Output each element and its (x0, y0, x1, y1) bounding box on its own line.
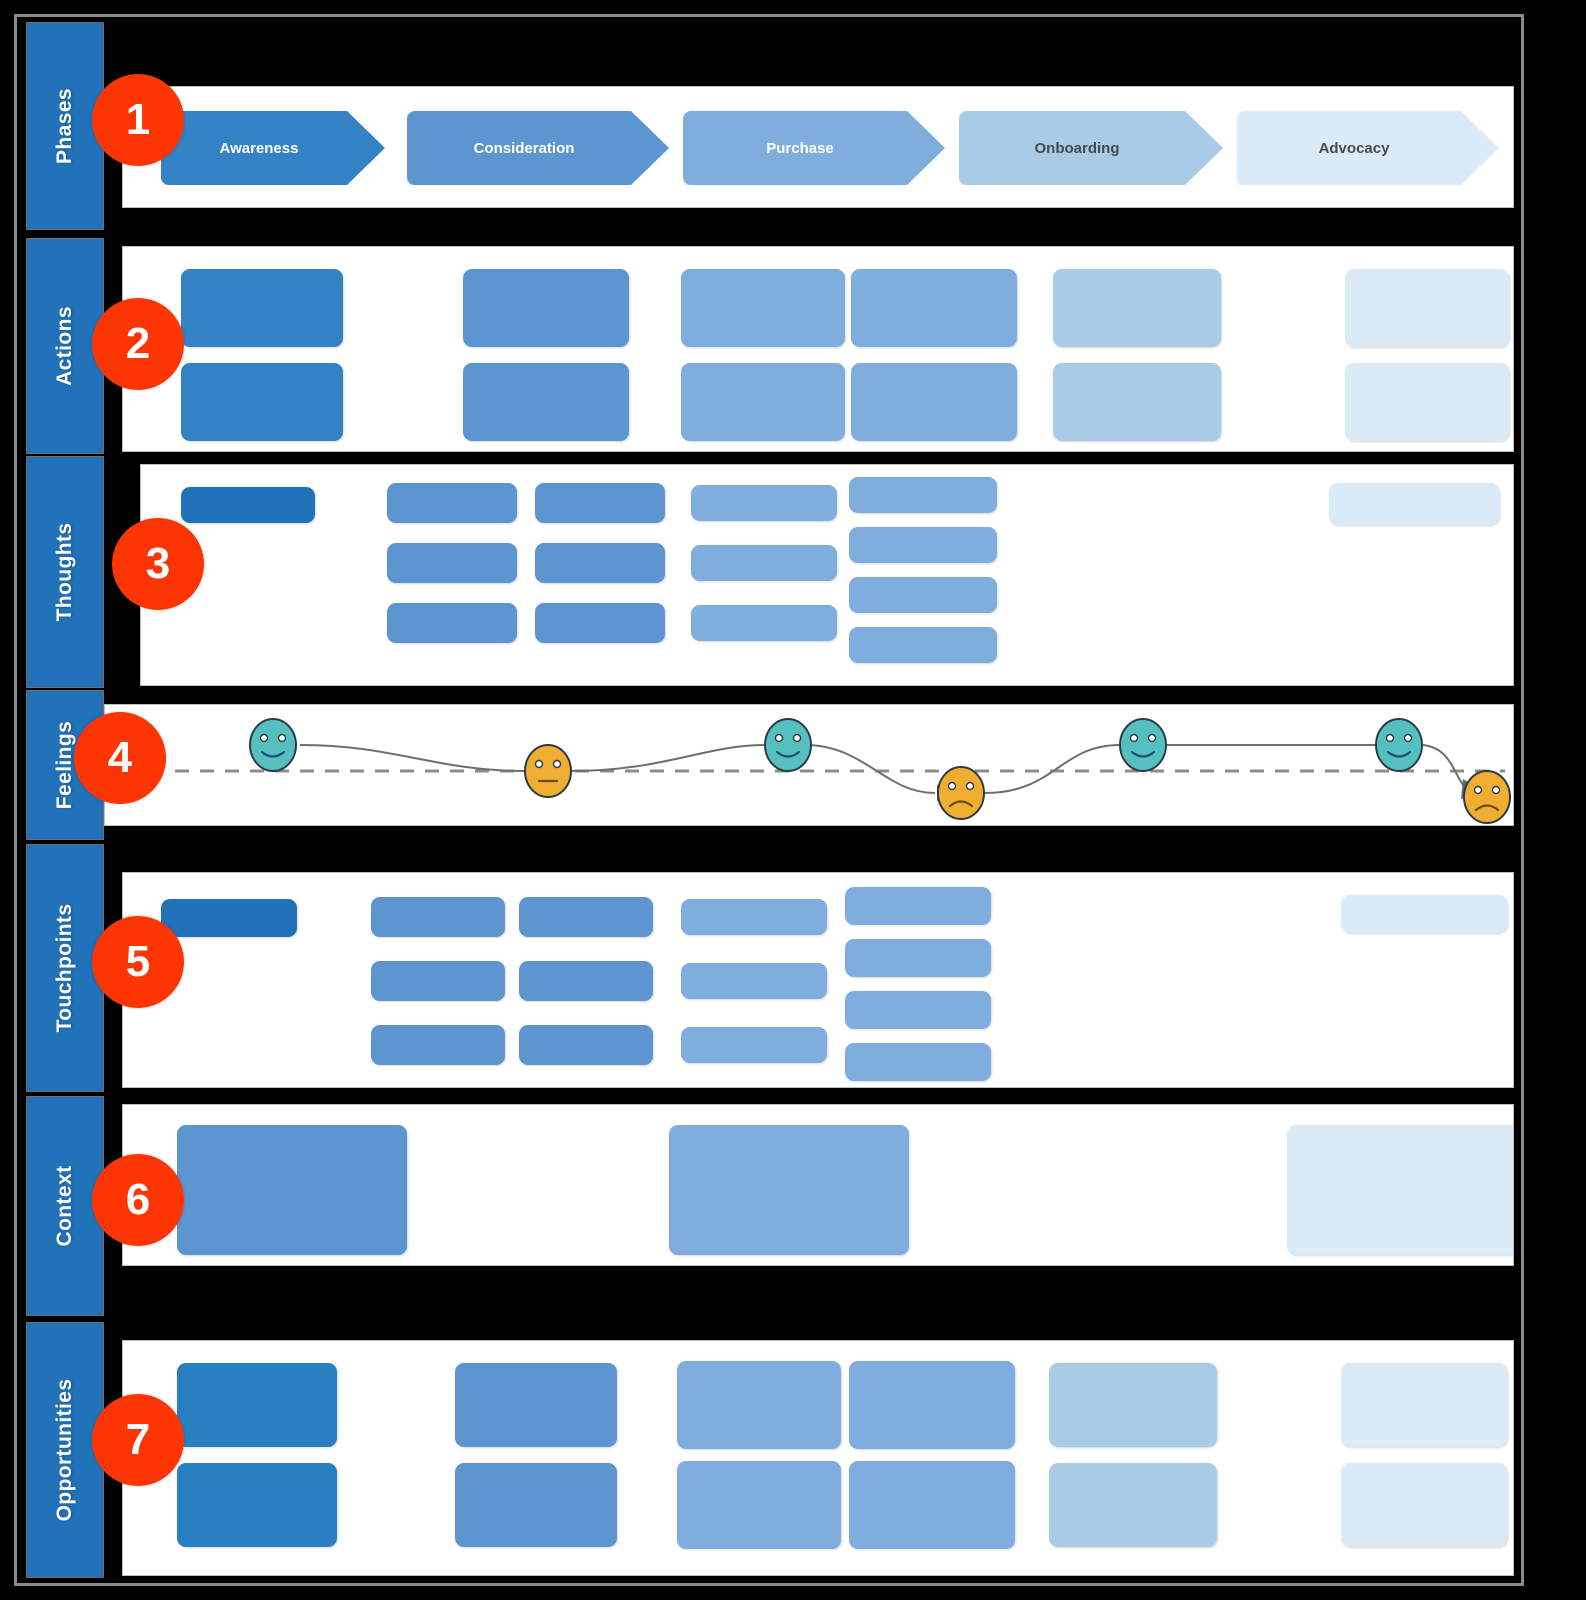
touchpoint-card[interactable] (371, 1025, 505, 1065)
thought-card[interactable] (849, 527, 997, 563)
action-card[interactable] (1053, 269, 1221, 347)
opportunity-card[interactable] (1049, 1463, 1217, 1547)
opportunity-card[interactable] (677, 1361, 841, 1449)
opportunity-card[interactable] (1341, 1363, 1507, 1447)
action-card[interactable] (851, 269, 1017, 347)
row-opportunities: Opportunities 7 (26, 1322, 1516, 1578)
touchpoint-card[interactable] (845, 939, 991, 977)
badge-4: 4 (74, 712, 166, 804)
phase-chevron-awareness[interactable]: Awareness (161, 111, 385, 185)
badge-3: 3 (112, 518, 204, 610)
row-label-thoughts: Thoughts (26, 456, 104, 688)
badge-5: 5 (92, 916, 184, 1008)
context-card[interactable] (669, 1125, 909, 1255)
context-card[interactable] (1287, 1125, 1513, 1255)
badge-7: 7 (92, 1394, 184, 1486)
journey-map-canvas: Phases Awareness Consideration Purchase … (0, 0, 1586, 1600)
touchpoint-card[interactable] (1341, 895, 1507, 933)
thought-card[interactable] (1329, 483, 1499, 525)
panel-thoughts (140, 464, 1514, 686)
opportunity-card[interactable] (455, 1363, 617, 1447)
thought-card[interactable] (691, 545, 837, 581)
action-card[interactable] (463, 269, 629, 347)
opportunity-card[interactable] (1341, 1463, 1507, 1547)
feeling-face-happy (249, 718, 297, 772)
thought-card[interactable] (535, 483, 665, 523)
phase-chevron-onboarding[interactable]: Onboarding (959, 111, 1223, 185)
thought-card[interactable] (691, 485, 837, 521)
action-card[interactable] (851, 363, 1017, 441)
action-card[interactable] (181, 363, 343, 441)
touchpoint-card[interactable] (519, 1025, 653, 1065)
touchpoint-card[interactable] (519, 961, 653, 1001)
feeling-face-sad (1463, 770, 1511, 824)
row-actions: Actions 2 (26, 238, 1516, 454)
action-card[interactable] (181, 269, 343, 347)
thought-card[interactable] (849, 627, 997, 663)
feeling-face-happy (1119, 718, 1167, 772)
panel-opportunities (122, 1340, 1514, 1576)
touchpoint-card[interactable] (371, 897, 505, 937)
phase-chevron-advocacy[interactable]: Advocacy (1237, 111, 1499, 185)
action-card[interactable] (463, 363, 629, 441)
touchpoint-card[interactable] (845, 887, 991, 925)
feeling-face-neutral (524, 744, 572, 798)
touchpoint-card[interactable] (681, 899, 827, 935)
thought-card[interactable] (387, 483, 517, 523)
badge-6: 6 (92, 1154, 184, 1246)
feelings-curve-chart (125, 718, 1511, 824)
touchpoint-card[interactable] (845, 1043, 991, 1081)
action-card[interactable] (1053, 363, 1221, 441)
touchpoint-card[interactable] (681, 1027, 827, 1063)
thought-card[interactable] (535, 543, 665, 583)
thought-card[interactable] (849, 577, 997, 613)
feeling-face-happy (764, 718, 812, 772)
opportunity-card[interactable] (177, 1363, 337, 1447)
action-card[interactable] (1345, 269, 1509, 347)
feeling-face-happy (1375, 718, 1423, 772)
phase-chevron-consideration[interactable]: Consideration (407, 111, 669, 185)
action-card[interactable] (681, 363, 845, 441)
row-feelings: Feelings 4 (26, 690, 1516, 840)
feeling-face-sad (937, 766, 985, 820)
panel-context (122, 1104, 1514, 1266)
panel-feelings (104, 704, 1514, 826)
touchpoint-card[interactable] (519, 897, 653, 937)
context-card[interactable] (177, 1125, 407, 1255)
phase-chevron-purchase[interactable]: Purchase (683, 111, 945, 185)
thought-card[interactable] (535, 603, 665, 643)
action-card[interactable] (681, 269, 845, 347)
row-context: Context 6 (26, 1096, 1516, 1316)
row-thoughts: Thoughts 3 (26, 456, 1516, 688)
badge-1: 1 (92, 74, 184, 166)
touchpoint-card[interactable] (681, 963, 827, 999)
thought-card[interactable] (387, 603, 517, 643)
touchpoint-card[interactable] (845, 991, 991, 1029)
thought-card[interactable] (849, 477, 997, 513)
thought-card[interactable] (387, 543, 517, 583)
panel-phases: Awareness Consideration Purchase Onboard… (122, 86, 1514, 208)
opportunity-card[interactable] (849, 1361, 1015, 1449)
row-phases: Phases Awareness Consideration Purchase … (26, 22, 1516, 230)
badge-2: 2 (92, 298, 184, 390)
opportunity-card[interactable] (1049, 1363, 1217, 1447)
row-touchpoints: Touchpoints 5 (26, 844, 1516, 1092)
action-card[interactable] (1345, 363, 1509, 441)
opportunity-card[interactable] (677, 1461, 841, 1549)
touchpoint-card[interactable] (371, 961, 505, 1001)
thought-card[interactable] (181, 487, 315, 523)
opportunity-card[interactable] (177, 1463, 337, 1547)
panel-actions (122, 246, 1514, 452)
touchpoint-card[interactable] (161, 899, 297, 937)
opportunity-card[interactable] (455, 1463, 617, 1547)
thought-card[interactable] (691, 605, 837, 641)
panel-touchpoints (122, 872, 1514, 1088)
opportunity-card[interactable] (849, 1461, 1015, 1549)
